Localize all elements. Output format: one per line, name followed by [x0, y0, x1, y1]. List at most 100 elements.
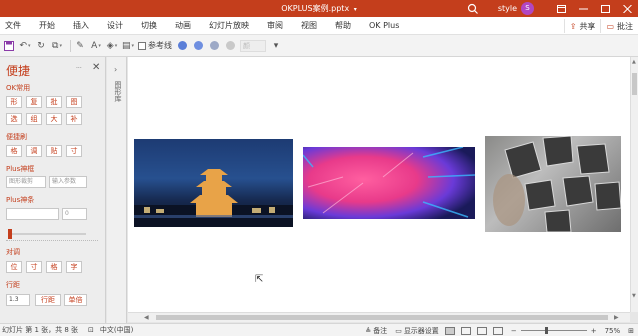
fill-color-icon[interactable]: ◈ ▾ — [106, 38, 118, 54]
reading-view-icon[interactable] — [476, 326, 487, 335]
fit-slide-icon[interactable]: ⊞ — [628, 327, 634, 335]
swap-button-format[interactable]: 格 — [46, 261, 62, 273]
vertical-scroll-thumb[interactable] — [632, 73, 637, 95]
avatar[interactable]: S — [521, 2, 534, 15]
color-select[interactable]: 颜 — [240, 38, 267, 54]
guides-checkbox[interactable]: 参考线 — [138, 38, 172, 54]
scroll-left-icon[interactable]: ◀ — [144, 314, 149, 321]
menu-review[interactable]: 审阅 — [258, 17, 292, 35]
format-painter-icon[interactable]: ✎ — [74, 38, 86, 54]
brush-button-format[interactable]: 格 — [6, 145, 22, 157]
menu-okplus[interactable]: OK Plus — [360, 17, 408, 35]
customize-toolbar-icon[interactable]: ▾ — [270, 38, 282, 54]
arrange-icon[interactable]: ▤ ▾ — [122, 38, 134, 54]
zoom-level[interactable]: 75% — [605, 327, 621, 335]
menu-file[interactable]: 文件 — [0, 17, 30, 35]
brush-button-adjust[interactable]: 调 — [26, 145, 42, 157]
zoom-slider-thumb[interactable] — [544, 327, 548, 334]
menu-slideshow[interactable]: 幻灯片放映 — [200, 17, 258, 35]
vertical-scrollbar[interactable]: ▲ ▼ — [630, 57, 638, 312]
ribbon-display-icon[interactable] — [550, 0, 572, 17]
maximize-icon[interactable] — [594, 0, 616, 17]
swap-button-text[interactable]: 字 — [66, 261, 82, 273]
comments-button[interactable]: ▭ 批注 — [600, 19, 638, 33]
single-spacing-button[interactable]: 单倍 — [64, 294, 87, 306]
horizontal-scroll-thumb[interactable] — [156, 315, 608, 320]
ok-button-select[interactable]: 选 — [6, 113, 22, 125]
zoom-slider[interactable] — [520, 327, 587, 334]
slide-sorter-icon[interactable] — [460, 326, 471, 335]
shape-crop-field[interactable]: 图形裁剪 — [6, 176, 46, 188]
shape-circle-2[interactable] — [192, 38, 204, 54]
bar-text-field[interactable] — [6, 208, 59, 220]
share-button[interactable]: ⇪ 共享 — [563, 19, 601, 33]
brush-button-paste[interactable]: 贴 — [46, 145, 62, 157]
menu-help[interactable]: 帮助 — [326, 17, 360, 35]
line-spacing-button[interactable]: 行距 — [35, 294, 61, 306]
color-select-value: 颜 — [240, 39, 267, 52]
swap-button-size[interactable]: 寸 — [26, 261, 42, 273]
menu-home[interactable]: 开始 — [30, 17, 64, 35]
ok-button-batch[interactable]: 批 — [46, 96, 62, 108]
ok-button-image[interactable]: 图 — [66, 96, 82, 108]
ok-button-size[interactable]: 大 — [46, 113, 62, 125]
collapsed-pane[interactable]: › 图形库 — [107, 57, 127, 323]
slide-canvas[interactable]: ⇱ — [128, 57, 630, 312]
bell-tower-image[interactable] — [134, 139, 293, 227]
ok-button-fill[interactable]: 补 — [66, 113, 82, 125]
ok-button-copy[interactable]: 复 — [26, 96, 42, 108]
undo-icon[interactable]: ↶ ▾ — [19, 38, 31, 54]
font-color-icon[interactable]: A ▾ — [90, 38, 102, 54]
minimize-icon[interactable] — [572, 0, 594, 17]
redo-icon[interactable]: ↻ — [35, 38, 47, 54]
notes-button[interactable]: 备注 — [373, 326, 387, 336]
display-settings-button[interactable]: 显示器设置 — [404, 326, 439, 336]
swap-button-position[interactable]: 位 — [6, 261, 22, 273]
dotted-divider — [6, 240, 98, 241]
menu-animations[interactable]: 动画 — [166, 17, 200, 35]
language-indicator[interactable]: 中文(中国) — [100, 325, 133, 335]
close-icon[interactable] — [616, 0, 638, 17]
spacing-value-field[interactable]: 1.3 — [6, 294, 30, 306]
search-icon[interactable] — [466, 2, 480, 16]
scroll-right-icon[interactable]: ▶ — [614, 314, 619, 321]
status-bar: 幻灯片 第 1 张，共 8 张 ⊡ 中文(中国) ≜ 备注 ▭ 显示器设置 − … — [0, 323, 638, 336]
copy-format-icon[interactable]: ⧉ ▾ — [51, 38, 63, 54]
bar-value-field[interactable]: 0 — [62, 208, 87, 220]
brush-button-size[interactable]: 寸 — [66, 145, 82, 157]
mouse-cursor-icon: ⇱ — [255, 274, 264, 285]
user-name[interactable]: style — [498, 4, 517, 13]
close-icon[interactable]: ✕ — [92, 62, 100, 73]
menu-view[interactable]: 视图 — [292, 17, 326, 35]
okplus-panel: 便捷 ··· ✕ OK常用 形 复 批 图 选 组 大 补 便捷刷 格 调 贴 … — [0, 57, 106, 323]
notes-icon[interactable]: ≜ — [365, 327, 371, 335]
zoom-in-icon[interactable]: + — [591, 327, 597, 335]
ok-button-group[interactable]: 组 — [26, 113, 42, 125]
zoom-out-icon[interactable]: − — [511, 327, 517, 335]
menu-design[interactable]: 设计 — [98, 17, 132, 35]
menu-transitions[interactable]: 切换 — [132, 17, 166, 35]
ok-button-shape[interactable]: 形 — [6, 96, 22, 108]
quick-brush-row: 格 调 贴 寸 — [6, 145, 86, 157]
phones-image[interactable] — [485, 136, 621, 232]
scroll-down-icon[interactable]: ▼ — [632, 293, 636, 299]
scroll-up-icon[interactable]: ▲ — [632, 59, 636, 65]
accessibility-icon[interactable]: ⊡ — [88, 326, 94, 334]
chevron-right-icon[interactable]: › — [114, 65, 117, 74]
shape-circle-4[interactable] — [224, 38, 236, 54]
shape-circle-3[interactable] — [208, 38, 220, 54]
display-icon[interactable]: ▭ — [395, 327, 402, 335]
ok-section-title: OK常用 — [6, 84, 31, 92]
panel-options-icon[interactable]: ··· — [76, 65, 82, 72]
param-input[interactable]: 输入参数 — [49, 176, 87, 188]
guides-label: 参考线 — [148, 41, 173, 50]
horizontal-scrollbar[interactable]: ◀ ▶ — [128, 312, 630, 322]
shape-circle-1[interactable] — [176, 38, 188, 54]
menu-insert[interactable]: 插入 — [64, 17, 98, 35]
comments-label: 批注 — [617, 21, 633, 31]
color-burst-image[interactable] — [303, 147, 475, 219]
save-icon[interactable] — [3, 38, 15, 54]
slider-handle[interactable] — [8, 229, 12, 239]
normal-view-icon[interactable] — [444, 326, 455, 335]
slideshow-icon[interactable] — [492, 326, 503, 335]
